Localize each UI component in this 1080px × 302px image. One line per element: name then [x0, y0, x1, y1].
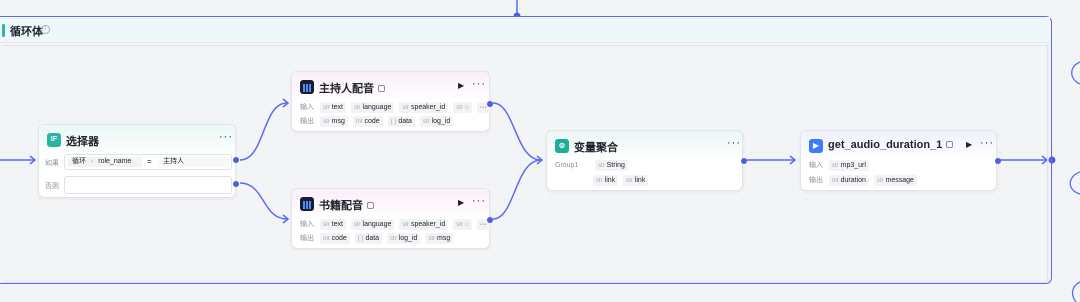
output-port[interactable] [995, 158, 1001, 164]
output-label: 输出 [809, 177, 823, 184]
aggregate-icon: ⊚ [555, 139, 569, 153]
output-chip: Int duration [828, 175, 869, 186]
condition-variable[interactable]: 循环 › role_name [68, 157, 142, 167]
book-voice-title-text: 书籍配音 [319, 200, 363, 212]
input-chip: str language [350, 102, 395, 113]
more-icon[interactable]: ··· [472, 195, 486, 207]
loop-header[interactable]: 循环体 i [0, 17, 1050, 43]
input-chip: str text [319, 219, 346, 230]
input-chip: str text [319, 102, 346, 113]
info-icon[interactable]: i [41, 25, 50, 34]
input-chip: str language [350, 219, 395, 230]
wire-right-top [1071, 61, 1080, 85]
output-chip: Int code [319, 233, 350, 244]
host-voice-node[interactable]: 主持人配音 ▶ ··· 输入 str text str language str sp… [291, 71, 493, 132]
condition-value[interactable]: 主持人 [159, 157, 229, 167]
output-port[interactable] [741, 158, 747, 164]
link-chip: str link [593, 175, 619, 186]
output-port[interactable] [487, 101, 493, 107]
group-row: Group1 str String [555, 160, 631, 172]
play-icon[interactable]: ▶ [458, 81, 464, 90]
output-chip: str msg [425, 233, 454, 244]
selector-node[interactable]: IF 选择器 ··· 如果 循环 › role_name = 主持人 否则 [38, 124, 239, 198]
if-icon: IF [47, 133, 61, 147]
output-chip: str log_id [387, 233, 421, 244]
input-label: 输入 [300, 221, 314, 228]
database-icon [378, 85, 385, 92]
link-chip: str link [623, 175, 649, 186]
input-label: 输入 [300, 104, 314, 111]
database-icon [946, 141, 954, 148]
input-row: 输入 str text str language str speaker_id str… [300, 219, 493, 231]
host-voice-title-text: 主持人配音 [319, 83, 374, 95]
links-row: str link str link [593, 175, 651, 187]
input-chip: str u [453, 219, 472, 230]
play-icon[interactable]: ▶ [966, 140, 972, 149]
condition-path-field: role_name [98, 158, 132, 165]
play-icon[interactable]: ▶ [458, 198, 464, 207]
more-icon[interactable]: ··· [472, 78, 486, 90]
more-icon[interactable]: ··· [727, 137, 741, 149]
database-icon [367, 202, 374, 209]
path-separator-icon: › [90, 158, 94, 165]
book-voice-node[interactable]: 书籍配音 ▶ ··· 输入 str text str language str spe… [291, 188, 493, 249]
aggregator-node[interactable]: ⊚ 变量聚合 ··· Group1 str String str link str l… [546, 130, 747, 191]
wire-right-mid [1069, 171, 1080, 195]
music-plugin-icon [300, 80, 314, 94]
more-icon[interactable]: ··· [219, 131, 233, 143]
output-row: 输出 Int code { } data str log_id str msg [300, 233, 456, 245]
more-icon[interactable]: ··· [980, 137, 994, 149]
audio-duration-title: get_audio_duration_1 [828, 139, 954, 151]
loop-accent-bar [2, 24, 5, 37]
selector-title: 选择器 [66, 136, 99, 148]
group-type-chip: str String [594, 160, 628, 171]
group-label: Group1 [555, 162, 579, 169]
input-chip: str mp3_url [828, 160, 869, 171]
audio-plugin-icon: ▶ [809, 139, 823, 153]
audio-duration-title-text: get_audio_duration_1 [828, 139, 943, 151]
output-label: 输出 [300, 235, 314, 242]
output-chip: str msg [319, 116, 348, 127]
input-row: 输入 str mp3_url [809, 160, 872, 172]
output-row: 输出 Int duration str message [809, 175, 920, 187]
condition-path-root: 循环 [72, 158, 86, 165]
condition-field[interactable]: 循环 › role_name = 主持人 [64, 154, 232, 170]
wire-right-bottom [1071, 281, 1080, 302]
output-chip: str log_id [419, 116, 454, 127]
else-field[interactable] [64, 176, 232, 194]
loop-title: 循环体 [10, 26, 43, 38]
output-chip: Int code [352, 116, 383, 127]
else-label: 否则 [45, 183, 59, 190]
condition-operator[interactable]: = [147, 157, 152, 167]
host-voice-title: 主持人配音 [319, 80, 385, 96]
input-row: 输入 str text str language str speaker_id str… [300, 102, 493, 114]
input-chip: str speaker_id [399, 102, 449, 113]
if-label: 如果 [45, 160, 59, 167]
music-plugin-icon [300, 197, 314, 211]
input-chip: str speaker_id [399, 219, 449, 230]
output-row: 输出 str msg Int code { } data str log_id [300, 116, 456, 128]
output-label: 输出 [300, 118, 314, 125]
output-chip: { } data [354, 233, 383, 244]
else-output-port[interactable] [233, 181, 239, 187]
book-voice-title: 书籍配音 [319, 197, 374, 213]
output-port[interactable] [487, 217, 493, 223]
aggregator-title: 变量聚合 [574, 142, 618, 154]
if-output-port[interactable] [233, 157, 239, 163]
input-chip: str u [453, 102, 472, 113]
input-label: 输入 [809, 162, 823, 169]
output-chip: { } data [387, 116, 415, 127]
audio-duration-node[interactable]: ▶ get_audio_duration_1 ▶ ··· 输入 str mp3_u… [800, 130, 1001, 191]
output-chip: str message [873, 175, 917, 186]
